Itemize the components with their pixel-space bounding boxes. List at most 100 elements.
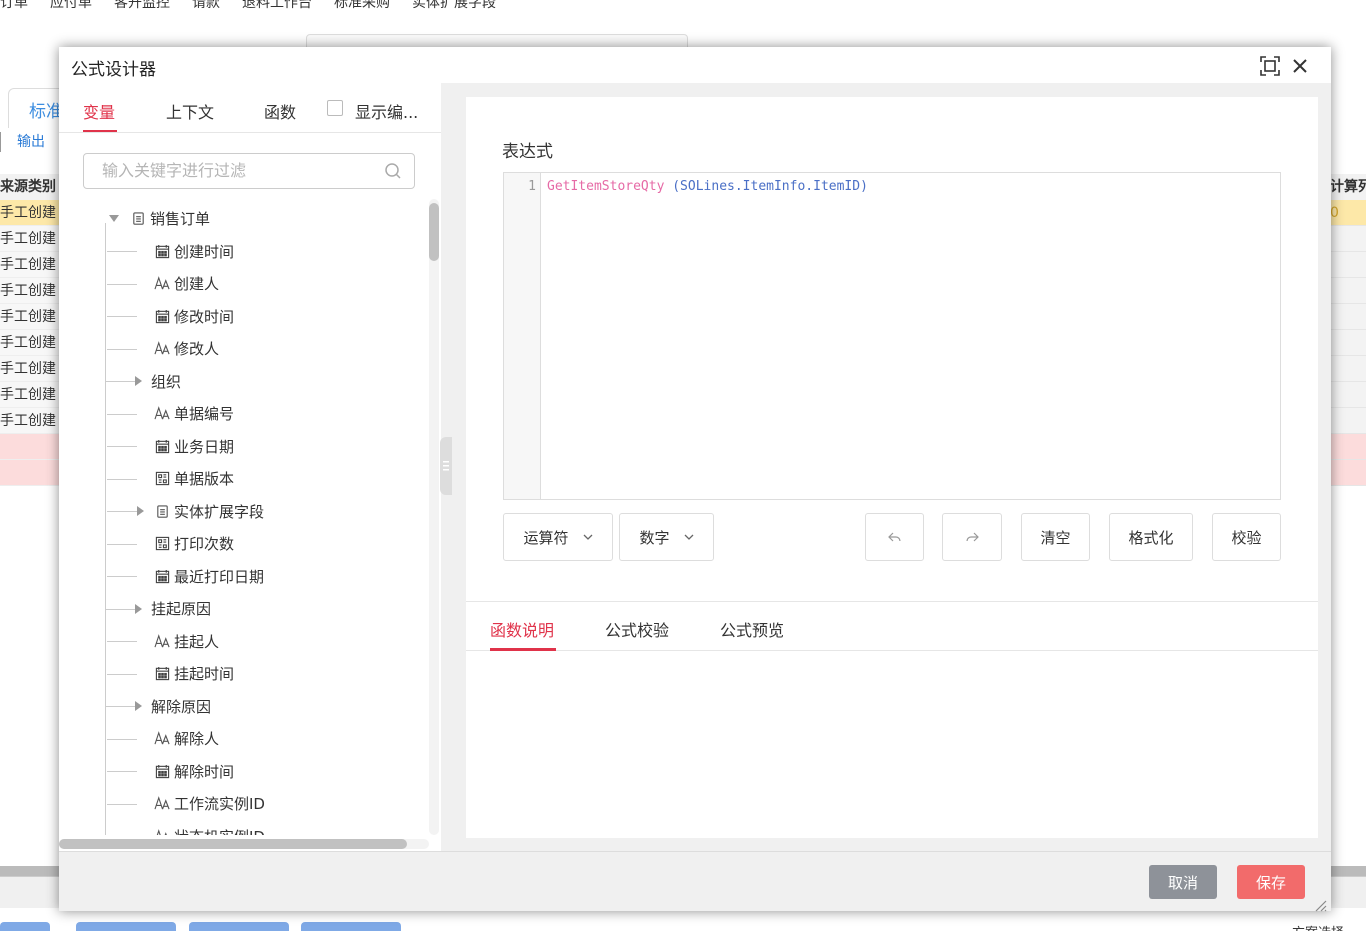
line-number: 1 — [528, 179, 536, 194]
bg-nav-item[interactable]: 客开监控 — [114, 0, 170, 12]
bg-nav-item[interactable]: 退料工作台 — [242, 0, 312, 12]
show-code-label[interactable]: 显示编... — [355, 99, 418, 123]
background-table-cell: 手工创建 — [0, 278, 60, 304]
background-table-cell — [1330, 408, 1366, 434]
scrollbar-thumb[interactable] — [429, 203, 439, 261]
tree-item[interactable]: 状态机实例ID — [153, 824, 265, 835]
tree-guide-line — [107, 348, 137, 350]
background-table-cell — [1330, 382, 1366, 408]
expand-caret-icon[interactable] — [135, 376, 142, 386]
search-icon[interactable] — [384, 162, 402, 180]
tree-guide-line — [107, 738, 137, 740]
background-bottom-right-text: 方案选择 — [1292, 922, 1344, 931]
save-button[interactable]: 保存 — [1237, 865, 1305, 899]
scrollbar-thumb[interactable] — [59, 839, 407, 849]
tree-item[interactable]: 单据编号 — [107, 402, 235, 426]
background-topnav: 订单 应付单 客开监控 请款 退料工作台 标准采购 实体扩展字段 — [0, 0, 1366, 12]
tree-item-label: 单据编号 — [174, 405, 235, 423]
dialog-header: 公式设计器 — [59, 47, 1331, 83]
tree-item[interactable]: 修改时间 — [107, 304, 235, 328]
filter-input[interactable] — [102, 154, 372, 186]
tree-item-label: 修改时间 — [174, 307, 235, 326]
background-table-cell: 手工创建 — [0, 200, 60, 226]
clear-button[interactable]: 清空 — [1021, 513, 1090, 561]
undo-button[interactable] — [865, 513, 924, 561]
expand-caret-icon[interactable] — [135, 603, 142, 614]
expression-panel: 表达式 1 GetItemStoreQty (SOLines.ItemInfo.… — [466, 97, 1318, 838]
validate-button[interactable]: 校验 — [1212, 513, 1281, 561]
bg-nav-item[interactable]: 订单 — [0, 0, 28, 12]
tree-item[interactable]: 实体扩展字段 — [107, 499, 264, 523]
active-tab-indicator — [490, 648, 556, 651]
close-icon[interactable] — [1289, 55, 1311, 77]
text-icon — [153, 827, 171, 835]
tree-vertical-scrollbar[interactable] — [429, 199, 439, 835]
cancel-button[interactable]: 取消 — [1149, 865, 1217, 899]
maximize-icon[interactable] — [1259, 55, 1281, 77]
tree-guide-line — [107, 446, 137, 447]
tree-item[interactable]: 业务日期 — [107, 434, 235, 458]
expand-caret-icon[interactable] — [135, 701, 142, 711]
operator-dropdown[interactable]: 运算符 — [503, 513, 613, 561]
tree-guide-line — [107, 511, 137, 512]
bg-nav-item[interactable]: 实体扩展字段 — [412, 0, 496, 12]
collapse-caret-icon[interactable] — [109, 215, 119, 222]
chevron-down-icon — [583, 534, 592, 540]
tree-item-label: 挂起人 — [174, 632, 220, 651]
editor-gutter: 1 — [504, 173, 541, 499]
tree-guide-line — [105, 381, 135, 382]
resize-handle-icon[interactable] — [1313, 898, 1327, 912]
doc-icon — [153, 502, 171, 520]
tree-item[interactable]: 解除人 — [107, 727, 219, 751]
tree-item-label: 打印次数 — [174, 535, 235, 553]
tree-item[interactable]: 创建人 — [107, 272, 220, 296]
text-icon — [153, 405, 171, 423]
background-table-cell: 手工创建 — [0, 304, 60, 330]
tree-item[interactable]: 工作流实例ID — [107, 792, 265, 816]
number-icon — [153, 470, 171, 488]
tab-formula-validation[interactable]: 公式校验 — [605, 617, 669, 641]
background-output-link[interactable]: 输出 — [0, 132, 45, 152]
tab-formula-preview[interactable]: 公式预览 — [720, 617, 784, 641]
tree-item[interactable]: 挂起人 — [107, 629, 220, 653]
tree-item[interactable]: 组织 — [105, 369, 182, 393]
format-button[interactable]: 格式化 — [1109, 513, 1193, 561]
number-dropdown[interactable]: 数字 — [619, 513, 714, 561]
calendar-icon — [153, 665, 171, 683]
tab-function-description[interactable]: 函数说明 — [490, 617, 554, 641]
expression-editor[interactable]: 1 GetItemStoreQty (SOLines.ItemInfo.Item… — [503, 172, 1281, 500]
tree-item[interactable]: 最近打印日期 — [107, 564, 264, 588]
tree-item[interactable]: 挂起时间 — [107, 662, 234, 686]
tree-item-label: 创建人 — [174, 275, 220, 293]
tree-root[interactable]: 销售订单 — [129, 206, 210, 230]
tree-item[interactable]: 单据版本 — [107, 467, 234, 491]
bg-nav-item[interactable]: 标准采购 — [334, 0, 390, 12]
tree-guide-line — [107, 576, 137, 577]
tree-item[interactable]: 修改人 — [107, 337, 219, 361]
tree-item[interactable]: 挂起原因 — [105, 597, 211, 621]
tree-item[interactable]: 创建时间 — [107, 239, 234, 263]
tree-item-label: 组织 — [151, 372, 182, 391]
bg-nav-item[interactable]: 请款 — [192, 0, 220, 12]
show-code-checkbox[interactable] — [327, 100, 343, 116]
bg-nav-item[interactable]: 应付单 — [50, 0, 92, 12]
calendar-icon — [153, 242, 171, 260]
panel-splitter-handle[interactable] — [440, 437, 452, 495]
tree-horizontal-scrollbar[interactable] — [59, 839, 429, 849]
redo-icon — [966, 532, 979, 542]
tree-guide-line — [107, 803, 137, 805]
tree-item-label: 业务日期 — [174, 437, 235, 456]
expand-caret-icon[interactable] — [137, 506, 144, 516]
section-divider — [466, 601, 1318, 602]
tab-variables[interactable]: 变量 — [83, 99, 115, 123]
editor-code[interactable]: GetItemStoreQty (SOLines.ItemInfo.ItemID… — [547, 179, 868, 194]
tab-functions[interactable]: 函数 — [264, 99, 296, 123]
tree-item[interactable]: 解除时间 — [107, 759, 234, 783]
active-tab-indicator — [83, 130, 117, 132]
tree-item[interactable]: 打印次数 — [107, 532, 235, 556]
text-icon — [153, 340, 171, 358]
tab-context[interactable]: 上下文 — [166, 99, 214, 123]
tree-item[interactable]: 解除原因 — [105, 694, 211, 718]
redo-button[interactable] — [942, 513, 1002, 561]
background-table-cell — [0, 460, 60, 486]
